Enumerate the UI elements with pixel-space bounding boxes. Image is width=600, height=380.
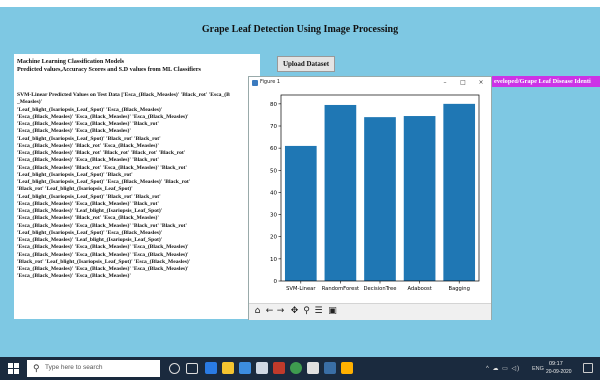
prediction-lines: SVM-Linear Predicted Values on Test Data… [17,92,257,281]
prediction-line: 'Leaf_blight_(Isariopsis_Leaf_Spot)' 'Es… [17,106,163,113]
x-tick-label: Adaboost [407,286,431,292]
cortana-icon[interactable] [169,363,180,374]
output-header-line-1: Machine Learning Classification Models [17,58,125,65]
ide-icon[interactable] [341,362,353,374]
app-icon[interactable] [307,362,319,374]
search-placeholder: Type here to search [45,364,103,371]
prediction-line: 'Esca_(Black_Measles)' 'Esca_(Black_Meas… [17,157,159,164]
office-icon[interactable] [273,362,285,374]
figure-title: Figure 1 [260,79,281,85]
output-header-line-2: Predicted values,Accuracy Scores and S.D… [17,66,201,73]
prediction-line: 'Esca_(Black_Measles)' 'Esca_(Black_Meas… [17,266,189,272]
configure-icon[interactable]: ☰ [313,306,324,317]
prediction-line: 'Leaf_blight_(Isariopsis_Leaf_Spot)' 'Bl… [17,193,161,200]
y-tick-label: 0 [274,279,278,285]
bar-adaboost [403,116,436,282]
prediction-line: 'Esca_(Black_Measles)' 'Esca_(Black_Meas… [17,273,131,280]
accuracy-bar-chart: SVM-Linear RandomForest DecisionTree Adaboo… [270,94,480,292]
save-icon[interactable]: ▣ [327,306,338,317]
zoom-icon[interactable]: ⚲ [301,306,312,317]
clock-time[interactable]: 09:17 [549,361,563,367]
prediction-line: 'Esca_(Black_Measles)' 'Esca_(Black_Meas… [17,113,189,120]
bar-decisiontree [364,117,396,281]
store-icon[interactable] [239,362,251,374]
figure-titlebar[interactable]: Figure 1 – □ × [249,77,491,89]
prediction-line: 'Esca_(Black_Measles)' 'Leaf_blight_(Isa… [17,237,163,243]
close-button[interactable]: × [473,78,489,88]
prediction-line: _Measles)' [17,99,43,106]
edge-icon[interactable] [205,362,217,374]
prediction-line: 'Esca_(Black_Measles)' 'Esca_(Black_Meas… [17,200,159,207]
figure-toolbar: ⌂ ← → ✥ ⚲ ☰ ▣ [249,303,491,320]
prediction-line: 'Leaf_blight_(Isariopsis_Leaf_Spot)' 'Bl… [17,171,133,178]
x-tick-label: RandomForest [322,286,359,292]
prediction-line: 'Esca_(Black_Measles)' 'Esca_(Black_Meas… [17,251,189,258]
bar-randomforest [324,104,357,281]
y-tick-label: 50 [270,168,277,174]
app-window: Grape Leaf Detection Using Image Process… [0,7,600,357]
taskbar-search-box[interactable]: ⚲ Type here to search [27,360,160,377]
tray-status-icons[interactable]: ^ ☁ ▭ ◁) [486,365,520,372]
y-tick-label: 10 [270,257,277,263]
clock-date[interactable]: 20-09-2020 [546,369,572,375]
y-tick-label: 20 [270,235,277,241]
y-tick-label: 80 [270,102,277,108]
back-icon[interactable]: ← [264,306,275,317]
y-tick-label: 30 [270,213,277,219]
upload-dataset-button[interactable]: Upload Dataset [277,56,335,72]
prediction-section-title: SVM-Linear Predicted Values on Test Data… [17,92,230,98]
python-icon[interactable] [324,362,336,374]
language-indicator[interactable]: ENG [532,366,544,372]
y-tick-label: 40 [270,190,277,196]
x-tick-label: Bagging [449,286,470,292]
output-text-area[interactable]: Machine Learning Classification Models P… [14,54,260,319]
prediction-line: 'Esca_(Black_Measles)' 'Leaf_blight_(Isa… [17,208,163,214]
prediction-line: 'Esca_(Black_Measles)' 'Esca_(Black_Meas… [17,244,189,251]
y-tick-label: 60 [270,146,277,152]
prediction-line: 'Leaf_blight_(Isariopsis_Leaf_Spot)' 'Es… [17,229,163,236]
y-tick-label: 70 [270,124,277,130]
prediction-line: 'Leaf_blight_(Isariopsis_Leaf_Spot)' 'Bl… [17,135,161,142]
mail-icon[interactable] [256,362,268,374]
bar-svm-linear [284,145,317,281]
prediction-line: 'Esca_(Black_Measles)' 'Black_rot' 'Esca… [17,215,159,222]
system-tray: ^ ☁ ▭ ◁) ENG 09:17 20-09-2020 [466,360,576,377]
prediction-line: 'Esca_(Black_Measles)' 'Black_rot' 'Esca… [17,142,159,149]
home-icon[interactable]: ⌂ [252,306,263,317]
search-icon: ⚲ [33,363,40,373]
forward-icon[interactable]: → [275,306,286,317]
bar-bagging [443,103,476,281]
file-explorer-icon[interactable] [222,362,234,374]
chrome-icon[interactable] [290,362,302,374]
notification-center-icon[interactable] [583,363,593,373]
pan-icon[interactable]: ✥ [289,306,300,317]
prediction-line: 'Esca_(Black_Measles)' 'Esca_(Black_Meas… [17,121,159,127]
prediction-line: 'Esca_(Black_Measles)' 'Black_rot' 'Blac… [17,150,186,156]
maximize-button[interactable]: □ [455,78,471,88]
task-view-icon[interactable] [186,363,198,374]
prediction-line: 'Esca_(Black_Measles)' 'Esca_(Black_Meas… [17,222,187,229]
minimize-button[interactable]: – [437,78,453,88]
top-strip [0,0,600,7]
figure-window: Figure 1 – □ × SVM-Linear RandomForest Dec… [248,76,492,320]
prediction-line: 'Leaf_blight_(Isariopsis_Leaf_Spot)' 'Es… [17,179,191,185]
prediction-line: 'Black_rot' 'Leaf_blight_(Isariopsis_Lea… [17,258,191,265]
x-tick-label: DecisionTree [364,286,397,292]
dataset-path-label: eveloped/Grape Leaf Disease Identi [492,76,600,87]
prediction-line: 'Esca_(Black_Measles)' 'Esca_(Black_Meas… [17,128,131,135]
figure-app-icon [252,80,258,86]
prediction-line: 'Black_rot' 'Leaf_blight_(Isariopsis_Lea… [17,186,133,193]
x-tick-label: SVM-Linear [286,286,316,292]
windows-start-icon[interactable] [8,363,19,374]
app-title: Grape Leaf Detection Using Image Process… [201,24,399,35]
taskbar: ⚲ Type here to search ^ ☁ ▭ ◁) ENG 09:17… [0,357,600,380]
prediction-line: 'Esca_(Black_Measles)' 'Black_rot' 'Esca… [17,164,187,171]
